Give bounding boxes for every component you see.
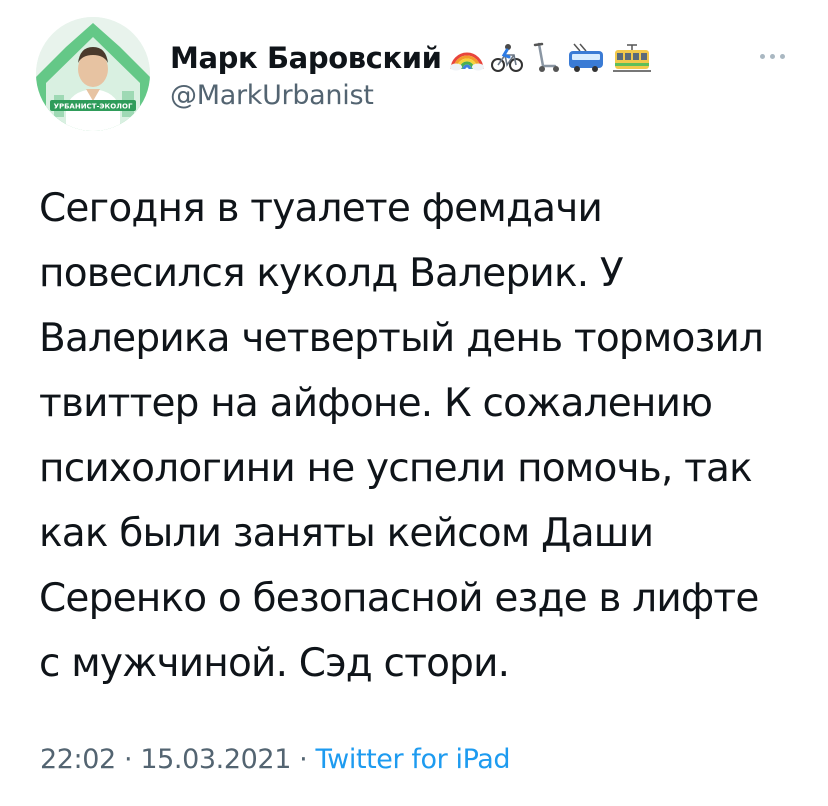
name-emojis	[449, 42, 652, 74]
author-name-row[interactable]: Марк Баровский	[170, 38, 652, 78]
kick-scooter-icon	[530, 42, 560, 74]
trolleybus-icon	[566, 43, 606, 73]
tweet-text-line: твиттер на айфоне. К сожалению	[39, 381, 713, 426]
rainbow-icon	[449, 45, 484, 71]
tweet-meta: 22:02 · 15.03.2021 · Twitter for iPad	[40, 744, 511, 775]
cyclist-icon	[490, 43, 524, 73]
meta-separator: ·	[299, 744, 308, 775]
avatar-badge-text: УРБАНИСТ-ЭКОЛОГ	[54, 103, 133, 111]
author-handle[interactable]: @MarkUrbanist	[170, 80, 374, 111]
tweet-text: Сегодня в туалете фемдачи повесился куко…	[39, 176, 809, 696]
tweet-time[interactable]: 22:02	[40, 744, 116, 775]
tweet-card: УРБАНИСТ-ЭКОЛОГ Марк Баровский @MarkUrba…	[0, 0, 828, 806]
tweet-text-line: как были заняты кейсом Даши	[39, 511, 654, 556]
more-dot	[779, 53, 785, 59]
tweet-text-line: Сегодня в туалете фемдачи	[39, 186, 603, 231]
tweet-text-line: Серенко о безопасной езде в лифте	[39, 576, 759, 621]
tram-icon	[612, 43, 652, 73]
more-dot	[769, 53, 775, 59]
author-display-name[interactable]: Марк Баровский	[170, 41, 442, 75]
tweet-text-line: с мужчиной. Сэд стори.	[39, 641, 510, 686]
tweet-source-link[interactable]: Twitter for iPad	[316, 744, 511, 775]
tweet-date[interactable]: 15.03.2021	[140, 744, 291, 775]
tweet-text-line: Валерика четвертый день тормозил	[39, 316, 764, 361]
meta-separator: ·	[124, 744, 133, 775]
tweet-text-line: повесился куколд Валерик. У	[39, 251, 624, 296]
more-dot	[759, 53, 765, 59]
avatar[interactable]: УРБАНИСТ-ЭКОЛОГ	[36, 17, 150, 131]
tweet-text-line: психологини не успели помочь, так	[39, 446, 753, 491]
avatar-image: УРБАНИСТ-ЭКОЛОГ	[36, 17, 150, 131]
more-options-icon[interactable]	[752, 44, 792, 68]
